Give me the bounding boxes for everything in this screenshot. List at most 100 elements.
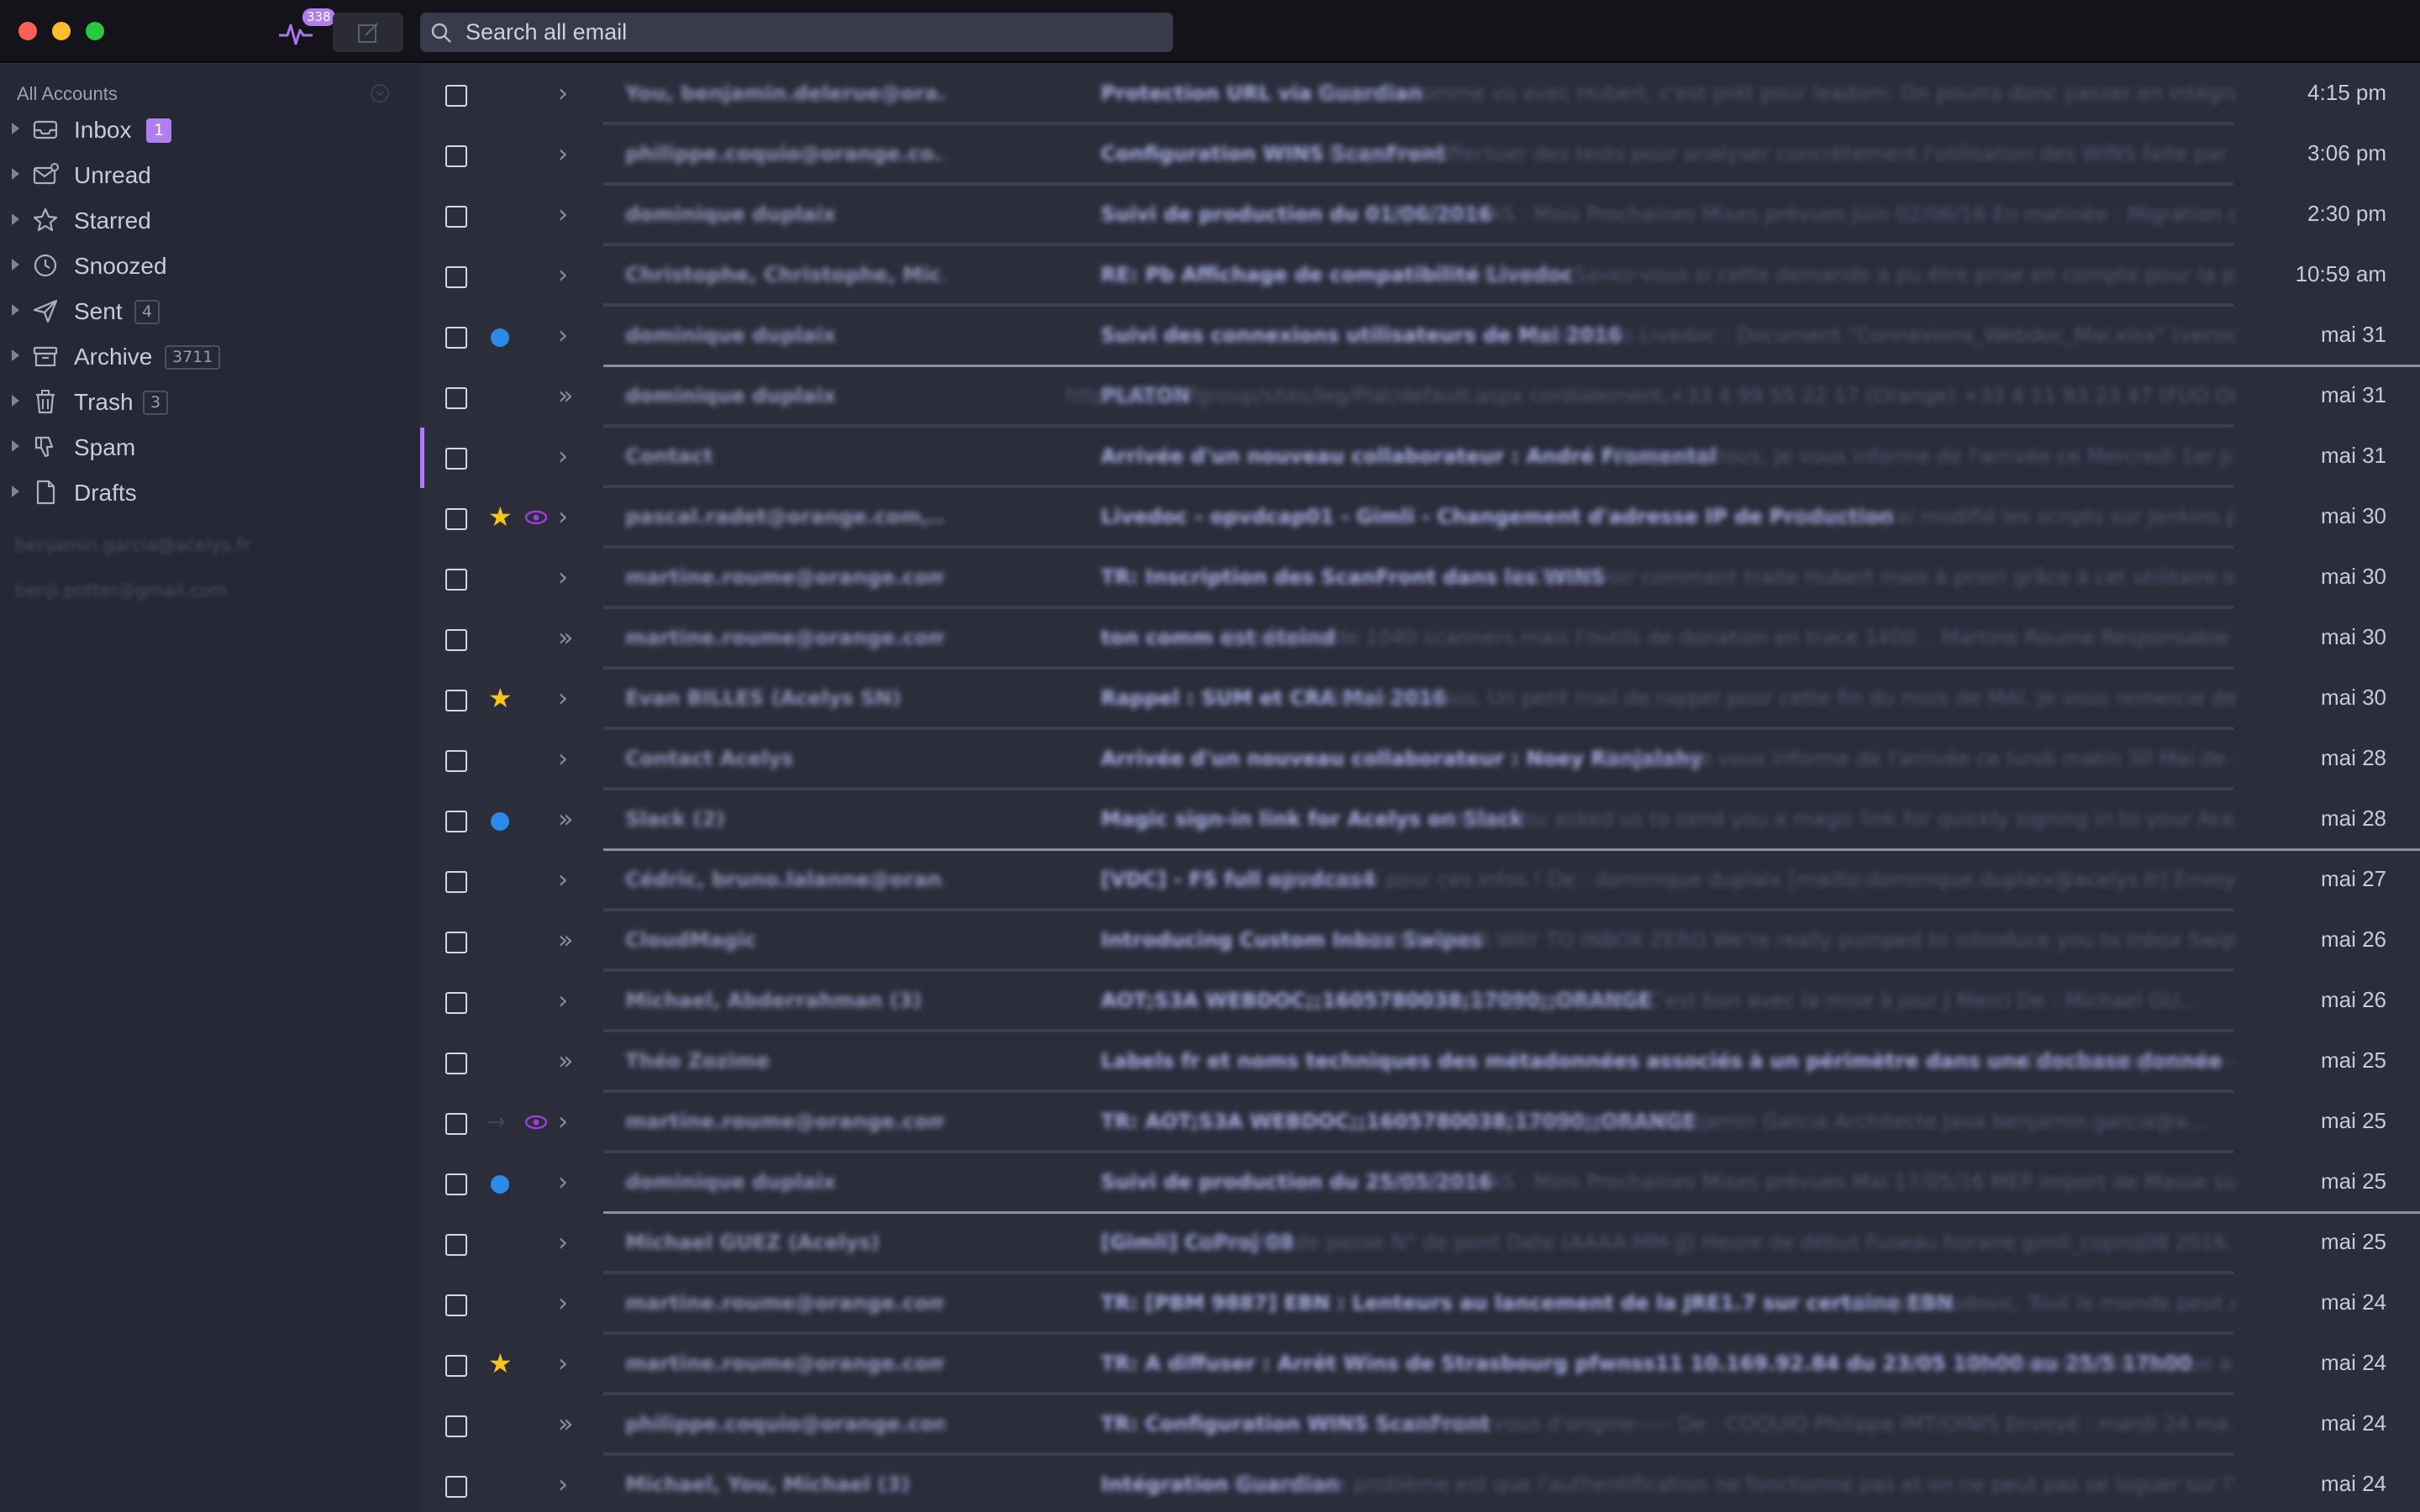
chevron-right-icon[interactable]: › (558, 564, 568, 592)
select-checkbox[interactable] (445, 266, 467, 288)
select-checkbox[interactable] (445, 206, 467, 228)
sidebar-item-starred[interactable]: Starred (0, 197, 420, 243)
thread-expand-icon[interactable]: » (558, 806, 573, 834)
chevron-right-icon[interactable]: › (558, 261, 568, 290)
expand-caret-icon[interactable] (12, 440, 19, 452)
sidebar-item-archive[interactable]: Archive 3711 (0, 333, 420, 379)
message-row[interactable]: » Slack (2) Magic sign-in link for Acelys … (420, 790, 2420, 851)
message-row[interactable]: › dominique duplaix Suivi de production du… (420, 1153, 2420, 1214)
message-row[interactable]: › Michael GUEZ (Acelys) [Gimli] CoProj 08 N… (420, 1214, 2420, 1274)
sidebar-item-inbox[interactable]: Inbox 1 (0, 107, 420, 152)
search-box[interactable] (420, 13, 1173, 52)
select-checkbox[interactable] (445, 1355, 467, 1377)
message-row[interactable]: » CloudMagic Introducing Custom Inbox Swip… (420, 911, 2420, 972)
expand-caret-icon[interactable] (12, 168, 19, 180)
chevron-right-icon[interactable]: › (558, 866, 568, 895)
star-icon[interactable]: ★ (488, 501, 513, 532)
expand-caret-icon[interactable] (12, 395, 19, 407)
thread-expand-icon[interactable]: » (558, 624, 573, 653)
select-checkbox[interactable] (445, 1113, 467, 1135)
select-checkbox[interactable] (445, 1234, 467, 1256)
select-checkbox[interactable] (445, 690, 467, 711)
select-checkbox[interactable] (445, 629, 467, 651)
window-close-button[interactable] (18, 22, 37, 40)
sidebar-item-unread[interactable]: Unread (0, 152, 420, 197)
chevron-right-icon[interactable]: › (558, 80, 568, 108)
activity-button[interactable]: 338 (277, 8, 335, 52)
message-row[interactable]: › martine.roume@orange.com... TR: Inscript… (420, 549, 2420, 609)
window-maximize-button[interactable] (86, 22, 104, 40)
message-row[interactable]: ★ › Evan BILLES (Acelys SN) Rappel : SUM et… (420, 669, 2420, 730)
select-checkbox[interactable] (445, 508, 467, 530)
compose-button[interactable] (333, 13, 403, 52)
chevron-right-icon[interactable]: › (558, 1229, 568, 1257)
select-checkbox[interactable] (445, 1294, 467, 1316)
account-email[interactable]: benjamin.garcia@acelys.fr (15, 535, 250, 555)
sidebar-item-spam[interactable]: Spam (0, 424, 420, 470)
chevron-right-icon[interactable]: › (558, 1350, 568, 1378)
expand-caret-icon[interactable] (12, 486, 19, 497)
message-row[interactable]: › Contact Arrivée d'un nouveau collaborate… (420, 428, 2420, 488)
thread-expand-icon[interactable]: » (558, 1410, 573, 1439)
expand-caret-icon[interactable] (12, 349, 19, 361)
chevron-right-icon[interactable]: › (558, 443, 568, 471)
message-row[interactable]: » dominique duplaix PLATON http://shp.fr.fg… (420, 367, 2420, 428)
message-row[interactable]: › Contact Acelys Arrivée d'un nouveau coll… (420, 730, 2420, 790)
message-row[interactable]: › You, benjamin.delerue@ora... Protection … (420, 65, 2420, 125)
select-checkbox[interactable] (445, 1415, 467, 1437)
star-icon[interactable]: ★ (488, 1348, 513, 1378)
select-checkbox[interactable] (445, 448, 467, 470)
message-row[interactable]: » philippe.coquio@orange.com TR: Configura… (420, 1395, 2420, 1456)
chevron-right-icon[interactable]: › (558, 1289, 568, 1318)
select-checkbox[interactable] (445, 932, 467, 953)
select-checkbox[interactable] (445, 327, 467, 349)
chevron-right-icon[interactable]: › (558, 322, 568, 350)
sidebar-item-sent[interactable]: Sent 4 (0, 288, 420, 333)
chevron-right-icon[interactable]: › (558, 140, 568, 169)
collapse-icon[interactable] (370, 83, 390, 103)
message-row[interactable]: › Cédric, bruno.lalanne@oran... [VDC] - FS… (420, 851, 2420, 911)
select-checkbox[interactable] (445, 1173, 467, 1195)
sidebar-item-drafts[interactable]: Drafts (0, 470, 420, 515)
message-row[interactable]: › Christophe, Christophe, Mic... RE: Pb Af… (420, 246, 2420, 307)
chevron-right-icon[interactable]: › (558, 685, 568, 713)
select-checkbox[interactable] (445, 1476, 467, 1498)
message-row[interactable]: ★ › martine.roume@orange.com... TR: A diffu… (420, 1335, 2420, 1395)
sidebar-item-snoozed[interactable]: Snoozed (0, 243, 420, 288)
message-row[interactable]: › dominique duplaix Suivi des connexions u… (420, 307, 2420, 367)
all-accounts-header[interactable]: All Accounts (17, 83, 118, 105)
message-row[interactable]: ★ › pascal.radet@orange.com,... Livedoc - o… (420, 488, 2420, 549)
message-row[interactable]: → › martine.roume@orange.com... TR: AOT;S3A… (420, 1093, 2420, 1153)
message-row[interactable]: › Michael, Abderrahman (3) AOT;S3A WEBDOC;… (420, 972, 2420, 1032)
message-row[interactable]: › Michael, You, Michael (3) Intégration Gu… (420, 1456, 2420, 1512)
select-checkbox[interactable] (445, 750, 467, 772)
unread-dot-icon[interactable] (491, 812, 509, 831)
chevron-right-icon[interactable]: › (558, 503, 568, 532)
select-checkbox[interactable] (445, 871, 467, 893)
search-input[interactable] (466, 13, 1155, 52)
chevron-right-icon[interactable]: › (558, 201, 568, 229)
select-checkbox[interactable] (445, 145, 467, 167)
message-row[interactable]: » Théo Zozime Labels fr et noms techniques… (420, 1032, 2420, 1093)
expand-caret-icon[interactable] (12, 304, 19, 316)
thread-expand-icon[interactable]: » (558, 382, 573, 411)
sidebar-item-trash[interactable]: Trash 3 (0, 379, 420, 424)
expand-caret-icon[interactable] (12, 123, 19, 134)
star-icon[interactable]: ★ (488, 683, 513, 713)
expand-caret-icon[interactable] (12, 213, 19, 225)
select-checkbox[interactable] (445, 387, 467, 409)
message-row[interactable]: »martine.roume@orange.com (2)ton comm es… (420, 609, 2420, 669)
select-checkbox[interactable] (445, 811, 467, 832)
chevron-right-icon[interactable]: › (558, 1471, 568, 1499)
chevron-right-icon[interactable]: › (558, 1108, 568, 1137)
select-checkbox[interactable] (445, 992, 467, 1014)
thread-expand-icon[interactable]: » (558, 1047, 573, 1076)
select-checkbox[interactable] (445, 569, 467, 591)
thread-expand-icon[interactable]: » (558, 927, 573, 955)
message-row[interactable]: › dominique duplaix Suivi de production du… (420, 186, 2420, 246)
unread-dot-icon[interactable] (491, 328, 509, 347)
message-row[interactable]: › martine.roume@orange.com TR: [PBM 9887] … (420, 1274, 2420, 1335)
select-checkbox[interactable] (445, 1053, 467, 1074)
chevron-right-icon[interactable]: › (558, 1168, 568, 1197)
chevron-right-icon[interactable]: › (558, 987, 568, 1016)
